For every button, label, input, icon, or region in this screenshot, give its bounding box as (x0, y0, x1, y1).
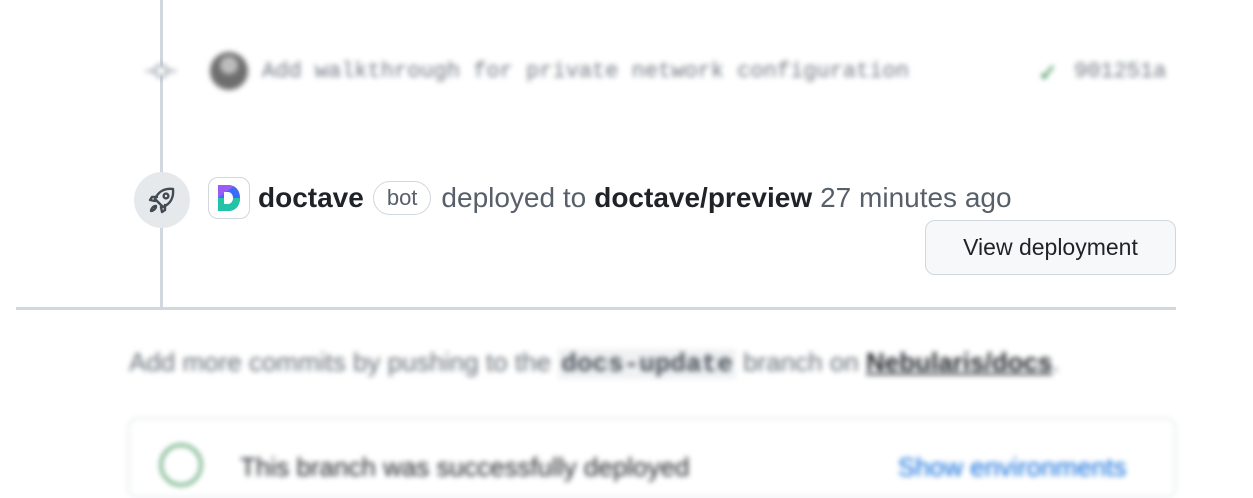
deployment-timestamp[interactable]: 27 minutes ago (820, 178, 1011, 218)
commit-row: Add walkthrough for private network conf… (0, 45, 1253, 97)
deployer-name-link[interactable]: doctave (258, 178, 364, 218)
push-hint-prefix: Add more commits by pushing to the (129, 347, 551, 377)
commit-author-avatar[interactable] (210, 52, 248, 90)
doctave-logo-icon (218, 185, 240, 211)
repo-link[interactable]: Nebularis/docs (866, 347, 1052, 377)
view-deployment-button[interactable]: View deployment (925, 220, 1176, 275)
branch-name: docs-update (558, 349, 736, 379)
check-icon[interactable]: ✓ (1038, 59, 1058, 88)
rocket-icon (148, 187, 175, 214)
doctave-avatar[interactable] (208, 177, 250, 219)
deployment-status-text: This branch was successfully deployed (240, 452, 690, 482)
environment-name: doctave/preview (594, 182, 813, 213)
deployment-event-badge (134, 172, 190, 228)
push-commits-hint: Add more commits by pushing to the docs-… (129, 347, 1060, 379)
timeline-divider (16, 307, 1176, 310)
deployment-summary: doctave bot deployed to doctave/preview … (258, 178, 1012, 218)
bot-badge: bot (372, 181, 432, 215)
show-environments-link[interactable]: Show environments (898, 452, 1126, 483)
success-check-icon (160, 444, 202, 486)
commit-sha-link[interactable]: 901251a (1074, 59, 1166, 84)
commit-message-link[interactable]: Add walkthrough for private network conf… (262, 59, 909, 84)
push-hint-suffix: . (1052, 347, 1060, 377)
push-hint-middle: branch on (743, 347, 859, 377)
deployment-action-text: deployed to (441, 182, 587, 213)
commit-node-icon (146, 64, 176, 78)
